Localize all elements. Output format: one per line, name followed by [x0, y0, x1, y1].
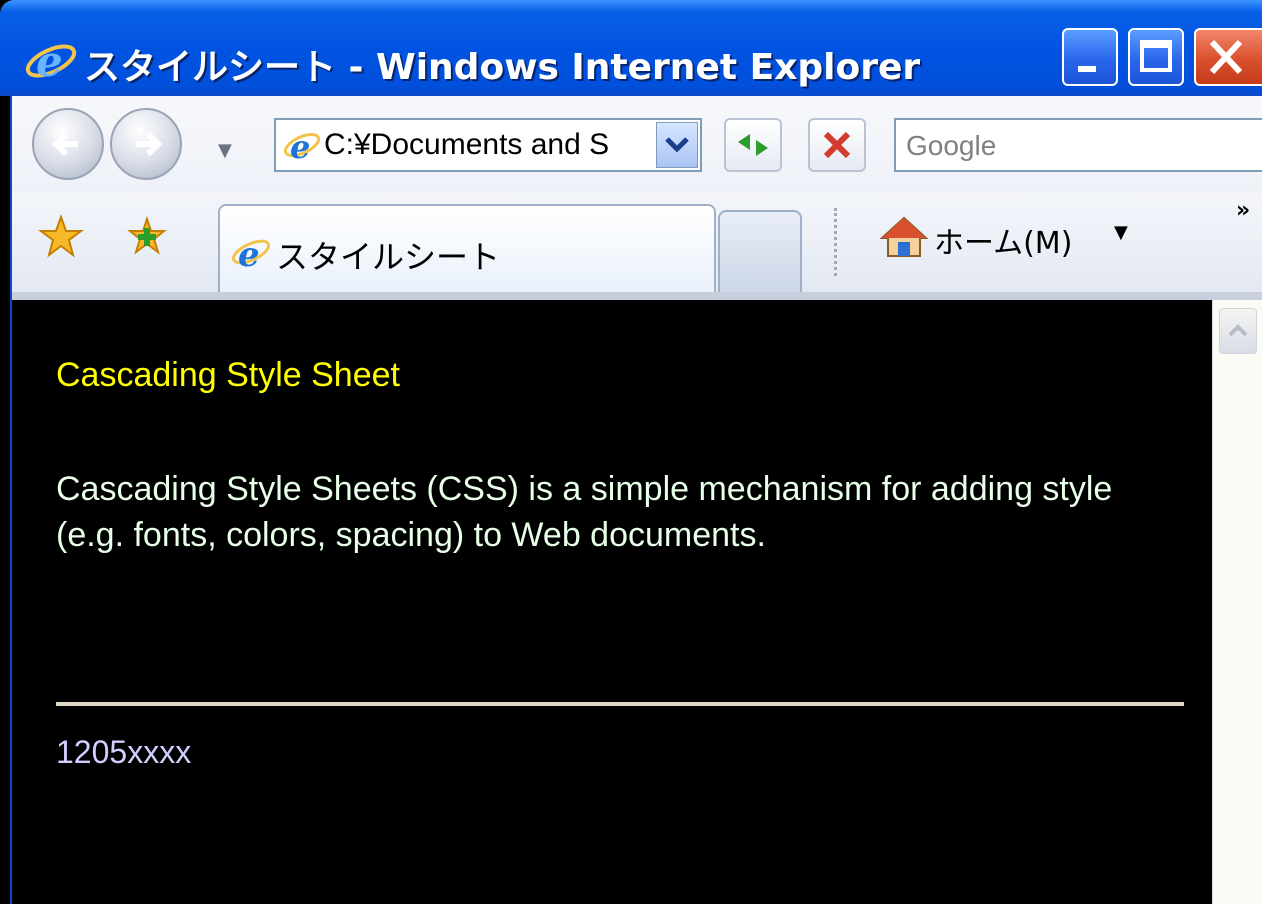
scroll-up-button[interactable] [1219, 308, 1257, 354]
home-dropdown-button[interactable]: ▼ [1114, 222, 1128, 243]
stop-icon [823, 131, 851, 159]
more-commands-chevron[interactable]: » [1236, 198, 1250, 223]
forward-arrow-icon [136, 131, 163, 157]
close-button[interactable] [1194, 28, 1262, 86]
search-box[interactable]: Google [894, 118, 1262, 172]
navigation-toolbar: ▼ e C:¥Documents and S Google [10, 96, 1262, 192]
window-title: スタイルシート - Windows Internet Explorer [84, 47, 921, 88]
page-heading: Cascading Style Sheet [56, 356, 400, 394]
refresh-icon [738, 134, 768, 156]
address-url: C:¥Documents and S [324, 128, 610, 161]
minimize-button[interactable] [1062, 28, 1118, 86]
address-dropdown-button[interactable] [656, 122, 698, 168]
home-icon [879, 216, 929, 257]
address-bar[interactable]: e C:¥Documents and S [274, 118, 702, 172]
forward-button[interactable] [110, 108, 182, 180]
maximize-icon [1140, 40, 1172, 72]
ie-logo-icon: e [25, 38, 77, 84]
tab-current[interactable]: e スタイルシート [218, 204, 716, 292]
toolbar-separator [834, 208, 837, 276]
svg-text:e: e [290, 128, 310, 164]
ie-tab-icon: e [231, 235, 271, 272]
web-page-content: Cascading Style Sheet Cascading Style Sh… [10, 300, 1214, 904]
back-arrow-icon [51, 131, 78, 157]
favorites-star-icon[interactable] [38, 214, 84, 260]
tab-bar: e スタイルシート ホーム(M) ▼ » [10, 192, 1262, 292]
horizontal-rule [56, 702, 1184, 706]
chevron-down-icon [665, 137, 689, 153]
vertical-scrollbar[interactable] [1212, 300, 1262, 904]
stop-button[interactable] [808, 118, 866, 172]
ie-page-icon: e [283, 128, 321, 164]
page-footer-text: 1205xxxx [56, 734, 192, 770]
svg-text:e: e [36, 38, 63, 84]
recent-pages-dropdown[interactable]: ▼ [218, 140, 232, 161]
minimize-icon [1078, 66, 1096, 72]
maximize-button[interactable] [1128, 28, 1184, 86]
page-paragraph: Cascading Style Sheets (CSS) is a simple… [56, 470, 1113, 554]
svg-text:e: e [238, 235, 260, 272]
tab-label: スタイルシート [276, 238, 501, 276]
title-bar[interactable]: e スタイルシート - Windows Internet Explorer [0, 0, 1262, 96]
new-tab-button[interactable] [718, 210, 802, 292]
add-favorite-icon[interactable] [124, 214, 170, 260]
search-placeholder: Google [906, 130, 997, 161]
back-button[interactable] [32, 108, 104, 180]
chevron-up-icon [1228, 324, 1248, 337]
refresh-button[interactable] [724, 118, 782, 172]
close-icon [1209, 39, 1243, 75]
home-label: ホーム(M) [934, 226, 1073, 261]
